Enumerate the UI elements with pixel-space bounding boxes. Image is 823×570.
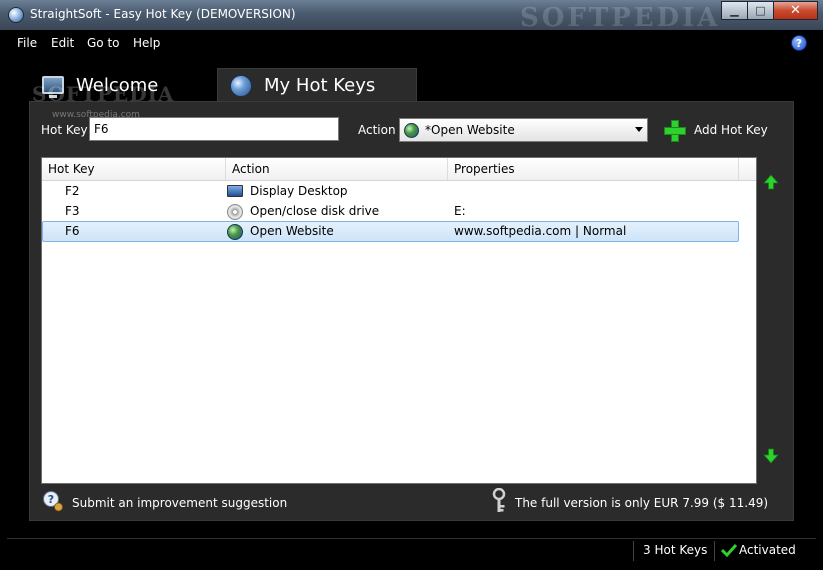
status-separator xyxy=(633,541,634,561)
row-properties: E: xyxy=(454,204,466,218)
action-label: Action xyxy=(358,123,396,137)
title-bar: SOFTPEDIA StraightSoft - Easy Hot Key (D… xyxy=(0,0,823,33)
row-action: Display Desktop xyxy=(250,184,348,198)
menu-edit[interactable]: Edit xyxy=(51,36,74,50)
globe-icon xyxy=(230,74,252,97)
row-hotkey: F2 xyxy=(65,184,80,198)
add-hot-key-label: Add Hot Key xyxy=(694,123,768,137)
row-action: Open Website xyxy=(250,224,334,238)
title-watermark: SOFTPEDIA xyxy=(520,3,721,33)
plus-icon xyxy=(664,120,686,142)
close-button[interactable]: ✕ xyxy=(773,1,818,20)
app-icon xyxy=(8,7,24,23)
column-header-hot-key[interactable]: Hot Key xyxy=(42,158,226,180)
full-version-price[interactable]: The full version is only EUR 7.99 ($ 11.… xyxy=(515,496,768,510)
hot-key-count: 3 Hot Keys xyxy=(643,543,708,557)
table-header: Hot Key Action Properties xyxy=(42,158,756,181)
table-row[interactable]: F3 Open/close disk drive E: xyxy=(43,202,739,222)
check-icon xyxy=(720,543,738,558)
row-properties: www.softpedia.com | Normal xyxy=(454,224,627,238)
menu-goto[interactable]: Go to xyxy=(87,36,120,50)
tab-my-hot-keys[interactable]: My Hot Keys xyxy=(217,68,417,102)
globe-icon xyxy=(404,122,419,138)
suggestion-icon[interactable]: ? xyxy=(42,490,64,512)
window-title: StraightSoft - Easy Hot Key (DEMOVERSION… xyxy=(30,7,296,21)
table-row-selected[interactable]: F6 Open Website www.softpedia.com | Norm… xyxy=(42,221,739,242)
suggestion-link[interactable]: Submit an improvement suggestion xyxy=(72,496,287,510)
help-icon[interactable]: ? xyxy=(791,35,807,51)
desktop-icon xyxy=(227,185,243,197)
activation-status: Activated xyxy=(739,543,796,557)
table-row[interactable]: F2 Display Desktop xyxy=(43,182,739,202)
row-action: Open/close disk drive xyxy=(250,204,380,218)
column-header-properties[interactable]: Properties xyxy=(448,158,739,180)
action-dropdown[interactable]: *Open Website xyxy=(399,118,648,142)
move-down-arrow-icon[interactable] xyxy=(763,448,779,464)
hotkey-label: Hot Key xyxy=(41,123,88,137)
hotkey-input[interactable] xyxy=(89,117,339,141)
key-icon xyxy=(490,487,508,514)
maximize-button[interactable]: □ xyxy=(747,1,774,20)
svg-text:?: ? xyxy=(48,493,54,506)
tab-my-hot-keys-label: My Hot Keys xyxy=(264,75,376,96)
hot-keys-table[interactable]: Hot Key Action Properties F2 Display Des… xyxy=(41,157,757,484)
move-up-arrow-icon[interactable] xyxy=(763,174,779,190)
add-hot-key-button[interactable]: Add Hot Key xyxy=(664,118,768,142)
menu-help[interactable]: Help xyxy=(133,36,160,50)
action-selected-value: *Open Website xyxy=(425,123,515,137)
status-separator xyxy=(714,541,715,561)
column-header-action[interactable]: Action xyxy=(226,158,448,180)
menu-file[interactable]: File xyxy=(17,36,37,50)
menu-bar: File Edit Go to Help ? xyxy=(0,30,823,56)
minimize-button[interactable]: ▁ xyxy=(721,1,748,20)
row-hotkey: F3 xyxy=(65,204,80,218)
globe-icon xyxy=(227,224,243,240)
chevron-down-icon[interactable] xyxy=(635,127,643,132)
disk-icon xyxy=(227,204,243,220)
row-hotkey: F6 xyxy=(65,224,80,238)
window-controls: ▁ □ ✕ xyxy=(721,1,818,20)
